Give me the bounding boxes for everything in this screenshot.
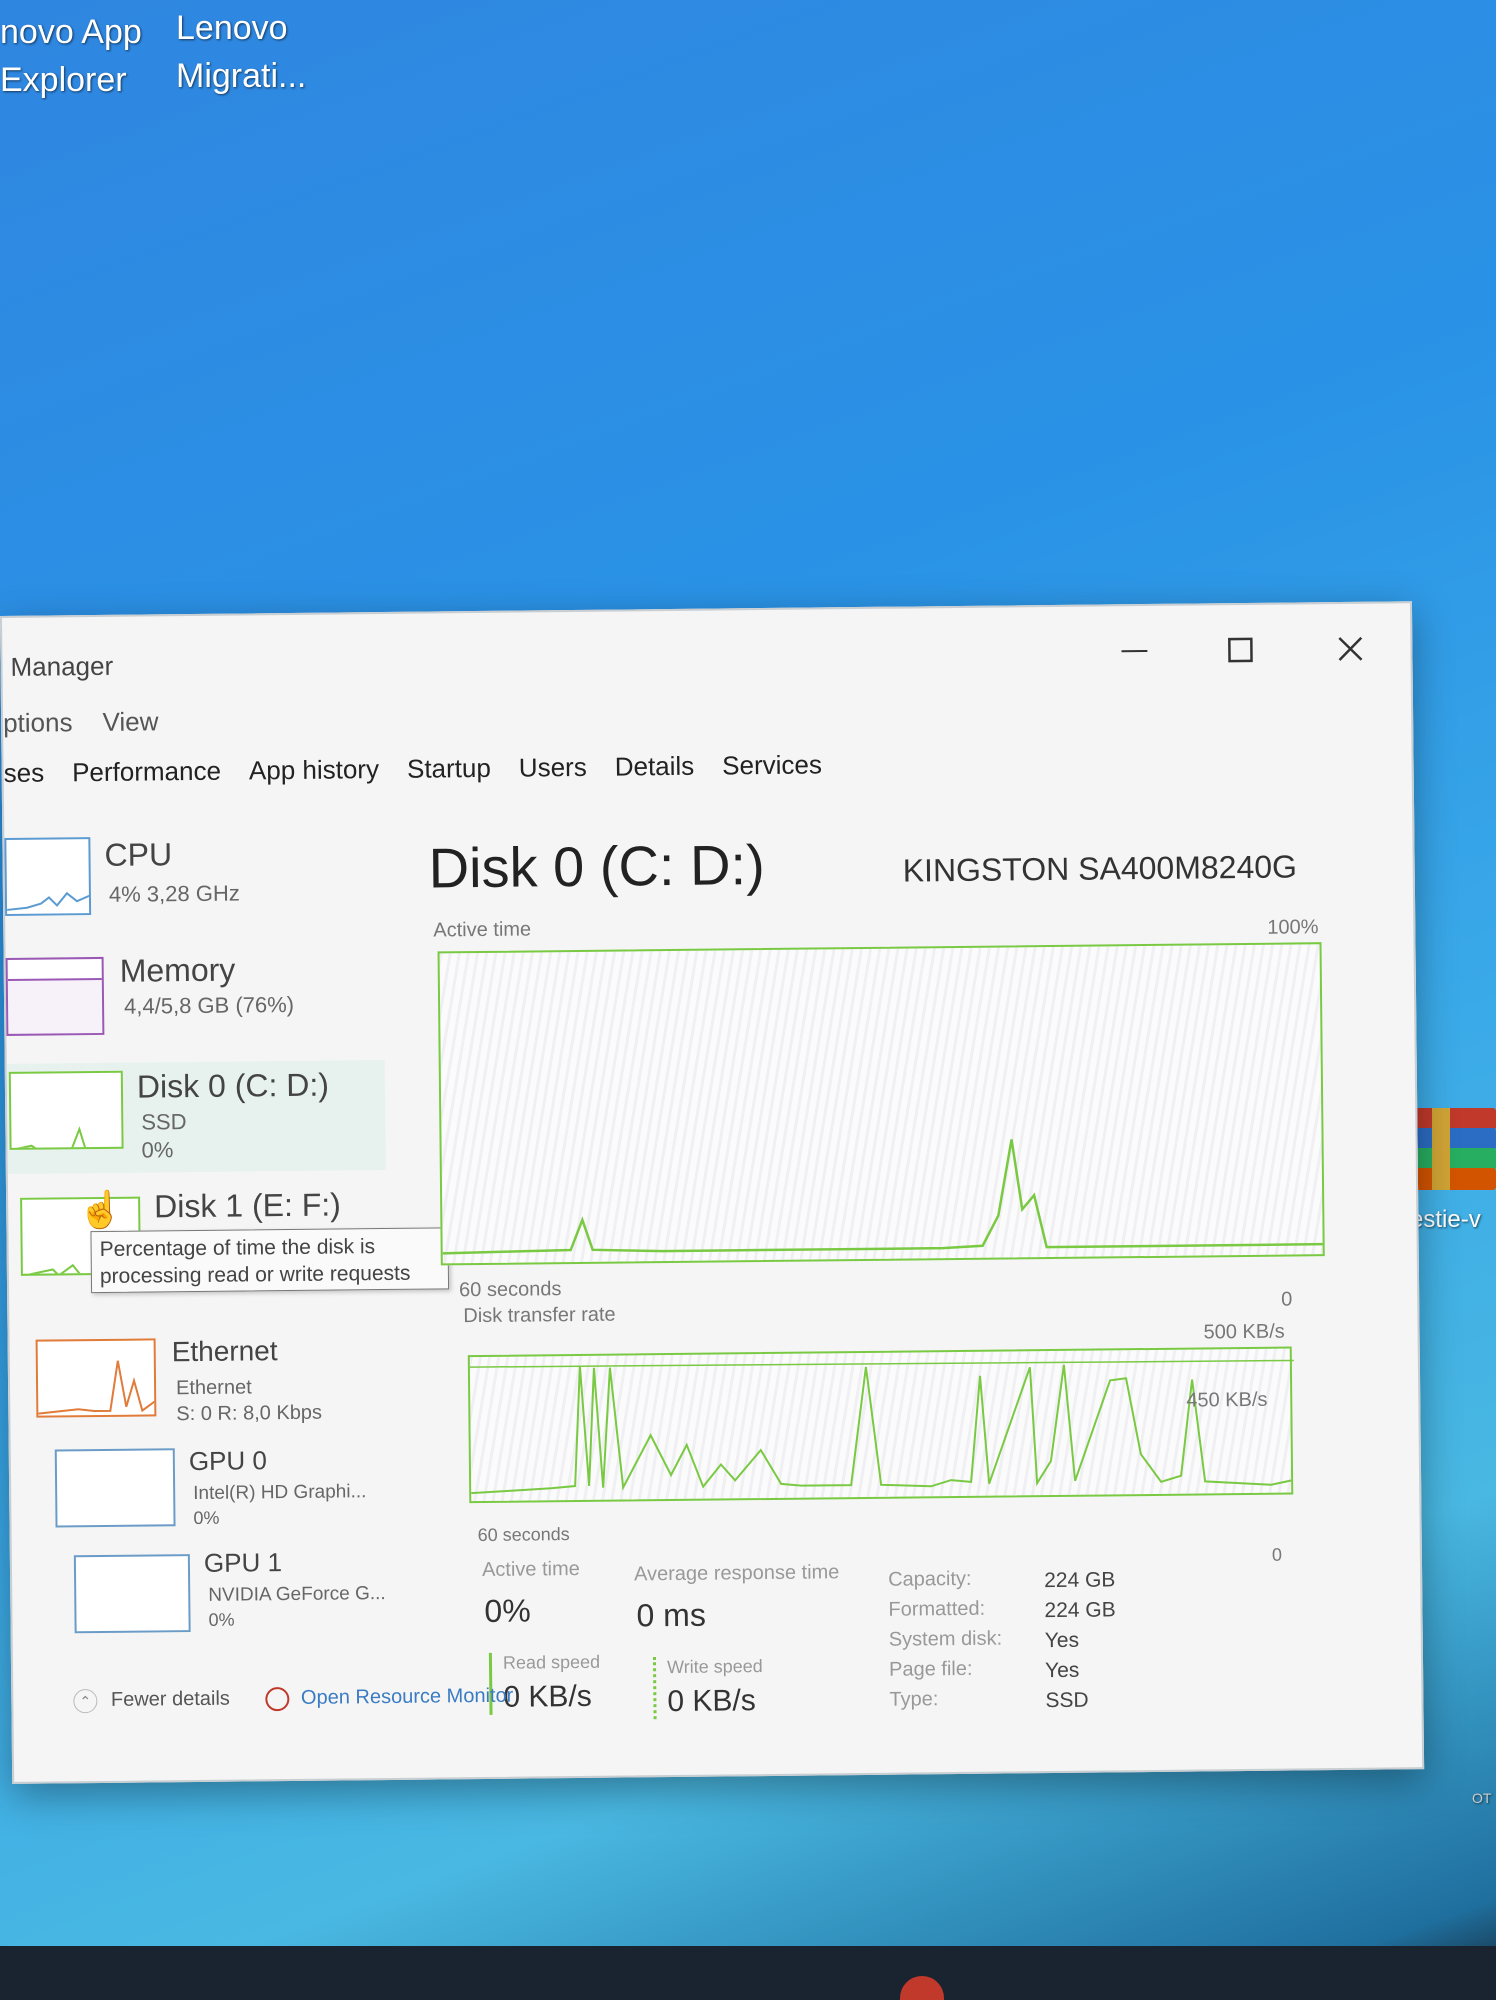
transfer-rate-graph: 450 KB/s [467, 1346, 1294, 1504]
prop-type-value: SSD [1045, 1688, 1089, 1713]
tab-app-history[interactable]: App history [249, 754, 379, 786]
sidebar-item-gpu0[interactable]: GPU 0 Intel(R) HD Graphi... 0% [11, 1438, 392, 1538]
transfer-rate-graph-time: 60 seconds [477, 1524, 570, 1546]
desktop-icon-lenovo-app-explorer[interactable]: novo App Explorer [0, 8, 142, 104]
maximize-button[interactable] [1198, 623, 1283, 678]
tab-services[interactable]: Services [722, 749, 822, 781]
sidebar-disk0-value: 0% [141, 1137, 174, 1163]
prop-capacity-value: 224 GB [1044, 1568, 1116, 1593]
menu-options[interactable]: ptions [3, 707, 73, 739]
tab-processes[interactable]: ses [3, 758, 44, 789]
tab-startup[interactable]: Startup [407, 753, 491, 785]
sidebar-disk1-title: Disk 1 (E: F:) [154, 1186, 342, 1225]
sidebar-gpu1-value: 0% [208, 1609, 235, 1630]
disk-model-name: KINGSTON SA400M8240G [902, 848, 1298, 889]
active-time-graph [437, 942, 1325, 1266]
cpu-thumbnail-graph [4, 837, 92, 916]
open-resource-monitor-label: Open Resource Monitor [300, 1684, 514, 1710]
prop-page-file-value: Yes [1044, 1658, 1080, 1683]
sidebar-gpu0-title: GPU 0 [188, 1445, 268, 1477]
sidebar-item-cpu[interactable]: CPU 4% 3,28 GHz [4, 826, 385, 922]
stat-write-speed-value: 0 KB/s [667, 1684, 756, 1719]
tab-details[interactable]: Details [615, 751, 695, 783]
sidebar-ethernet-title: Ethernet [171, 1335, 278, 1368]
stat-read-speed-value: 0 KB/s [503, 1679, 592, 1714]
taskbar [0, 1946, 1496, 2000]
desktop-icon-lenovo-migration[interactable]: Lenovo Migrati... [176, 4, 306, 100]
close-icon [1338, 636, 1363, 661]
desktop-icon-label: Explorer [0, 61, 127, 99]
stat-response-time-label: Average response time [633, 1561, 840, 1586]
stat-read-speed-label: Read speed [502, 1651, 601, 1673]
sidebar-cpu-title: CPU [104, 836, 173, 873]
transfer-rate-graph-max: 500 KB/s [1203, 1320, 1285, 1344]
hand-cursor-icon: ☝ [78, 1188, 124, 1231]
sidebar-gpu0-value: 0% [193, 1507, 220, 1529]
sidebar-ethernet-rate: S: 0 R: 8,0 Kbps [176, 1401, 323, 1426]
gpu0-thumbnail-graph [54, 1448, 176, 1528]
sidebar-disk0-title: Disk 0 (C: D:) [136, 1066, 330, 1105]
tooltip-line-1: Percentage of time the disk is [99, 1235, 376, 1261]
desktop-icon-label: novo App [0, 13, 142, 51]
footer: ⌃ Fewer details Open Resource Monitor [73, 1685, 513, 1714]
winrar-archive-icon[interactable] [1410, 1108, 1496, 1190]
stat-response-time-value: 0 ms [636, 1596, 707, 1634]
ethernet-thumbnail-graph [35, 1338, 157, 1418]
sidebar-ethernet-sub: Ethernet [175, 1376, 252, 1400]
desktop-icon-label: Migrati... [176, 57, 307, 95]
menu-view[interactable]: View [102, 706, 158, 738]
active-time-graph-max: 100% [1267, 916, 1319, 939]
open-resource-monitor-link[interactable]: Open Resource Monitor [265, 1684, 514, 1712]
prop-formatted-label: Formatted: [888, 1597, 986, 1621]
sidebar-memory-title: Memory [119, 951, 236, 989]
sidebar-item-gpu1[interactable]: GPU 1 NVIDIA GeForce G... 0% [12, 1544, 393, 1644]
desktop-icon-label: Lenovo [176, 9, 288, 47]
write-speed-marker [652, 1657, 657, 1720]
sidebar-gpu1-title: GPU 1 [203, 1547, 283, 1578]
fewer-details-label: Fewer details [110, 1687, 230, 1712]
window-title: Manager [10, 650, 114, 682]
sidebar-item-ethernet[interactable]: Ethernet Ethernet S: 0 R: 8,0 Kbps [9, 1328, 390, 1428]
minimize-icon [1121, 649, 1148, 653]
desktop-corner-text: OT [1472, 1790, 1492, 1806]
memory-thumbnail-graph [5, 956, 105, 1036]
tooltip-line-2: processing read or write requests [99, 1261, 411, 1288]
transfer-rate-graph-label: Disk transfer rate [463, 1303, 616, 1328]
sidebar-cpu-sub: 4% 3,28 GHz [108, 880, 240, 907]
sidebar-memory-sub: 4,4/5,8 GB (76%) [123, 991, 295, 1019]
chevron-up-icon: ⌃ [73, 1689, 98, 1714]
active-time-graph-time: 60 seconds [458, 1278, 562, 1302]
stat-write-speed-label: Write speed [666, 1656, 763, 1678]
tab-bar: ses Performance App history Startup User… [3, 749, 822, 789]
fewer-details-button[interactable]: ⌃ Fewer details [73, 1687, 235, 1714]
gpu1-thumbnail-graph [73, 1554, 191, 1634]
prop-system-disk-value: Yes [1044, 1628, 1080, 1653]
sidebar-disk0-type: SSD [141, 1109, 187, 1135]
prop-type-label: Type: [889, 1688, 939, 1711]
sidebar-item-disk0[interactable]: Disk 0 (C: D:) SSD 0% [6, 1059, 386, 1174]
disk-tooltip: Percentage of time the disk is processin… [90, 1227, 450, 1294]
resource-monitor-icon [265, 1687, 290, 1712]
close-button[interactable] [1308, 621, 1393, 676]
tab-performance[interactable]: Performance [72, 756, 221, 789]
disk0-thumbnail-graph [8, 1070, 124, 1150]
stat-active-time-label: Active time [481, 1557, 580, 1582]
stat-active-time-value: 0% [484, 1592, 531, 1629]
sidebar-item-memory[interactable]: Memory 4,4/5,8 GB (76%) [5, 946, 386, 1042]
prop-formatted-value: 224 GB [1044, 1598, 1116, 1623]
sidebar-gpu1-sub: NVIDIA GeForce G... [208, 1583, 386, 1606]
task-manager-window: Manager ptions View ses Performance App … [0, 601, 1425, 1784]
maximize-icon [1228, 637, 1253, 663]
menu-bar: ptions View [3, 706, 159, 739]
active-time-graph-label: Active time [433, 918, 532, 942]
minimize-button[interactable] [1092, 624, 1177, 679]
prop-system-disk-label: System disk: [888, 1627, 1003, 1651]
transfer-rate-graph-min: 0 [1271, 1544, 1283, 1565]
prop-capacity-label: Capacity: [888, 1567, 972, 1591]
transfer-rate-graph-mid: 450 KB/s [1186, 1388, 1268, 1412]
active-time-graph-min: 0 [1281, 1288, 1293, 1311]
prop-page-file-label: Page file: [888, 1657, 973, 1681]
page-title: Disk 0 (C: D:) [428, 833, 765, 900]
tab-users[interactable]: Users [519, 752, 587, 784]
